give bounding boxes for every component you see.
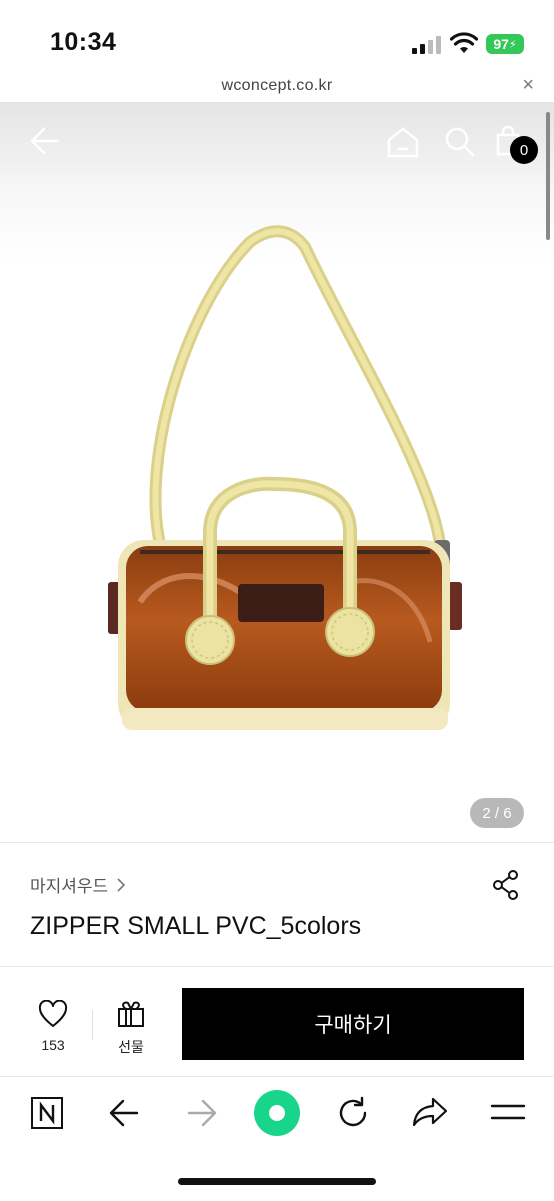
share-icon[interactable] <box>492 870 520 900</box>
wifi-icon <box>450 32 478 53</box>
separator <box>92 1010 93 1040</box>
close-icon[interactable]: × <box>522 74 534 97</box>
brand-link[interactable]: 마지셔우드 <box>30 872 126 897</box>
status-bar: 10:34 97 ⚡ <box>0 0 554 72</box>
share-arrow-icon[interactable] <box>412 1096 448 1128</box>
divider <box>0 966 554 967</box>
battery-level: 97 <box>493 36 509 52</box>
product-title: ZIPPER SMALL PVC_5colors <box>30 912 362 940</box>
green-dot-icon <box>269 1105 285 1121</box>
like-button[interactable]: 153 <box>28 999 78 1053</box>
battery-indicator: 97 ⚡ <box>486 34 524 54</box>
browser-forward-icon[interactable] <box>186 1098 218 1128</box>
like-count: 153 <box>41 1037 65 1053</box>
search-icon[interactable] <box>444 126 476 158</box>
brand-name[interactable]: 마지셔우드 <box>30 872 108 897</box>
browser-url-bar[interactable]: wconcept.co.kr × <box>0 72 554 102</box>
charging-icon: ⚡ <box>508 38 517 51</box>
back-arrow-icon[interactable] <box>28 124 62 158</box>
chevron-right-icon <box>117 877 126 892</box>
divider <box>0 842 554 843</box>
url-text[interactable]: wconcept.co.kr <box>0 77 554 95</box>
image-counter: 2 / 6 <box>470 798 524 828</box>
product-bag-image <box>108 225 462 730</box>
gift-label: 선물 <box>118 1039 144 1055</box>
heart-icon[interactable] <box>38 999 68 1028</box>
buy-button[interactable]: 구매하기 <box>182 988 524 1060</box>
home-icon[interactable] <box>386 126 420 158</box>
signal-icon <box>412 36 441 54</box>
green-home-button[interactable] <box>254 1090 300 1136</box>
browser-back-icon[interactable] <box>108 1098 140 1128</box>
naver-n-icon[interactable] <box>30 1096 64 1130</box>
cart-count-badge[interactable]: 0 <box>510 136 538 164</box>
refresh-icon[interactable] <box>336 1096 370 1130</box>
gift-button[interactable]: 선물 <box>106 1000 156 1057</box>
home-indicator <box>178 1178 376 1185</box>
gift-icon[interactable] <box>117 1000 145 1028</box>
status-time: 10:34 <box>50 28 117 56</box>
menu-icon[interactable] <box>490 1102 526 1122</box>
scrollbar[interactable] <box>546 112 550 240</box>
